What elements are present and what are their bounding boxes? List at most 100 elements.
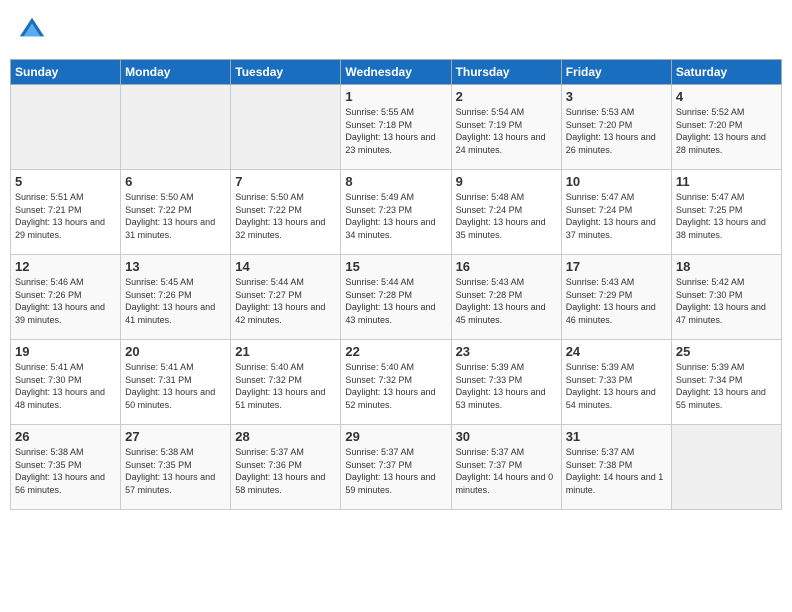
calendar-cell: 25 Sunrise: 5:39 AM Sunset: 7:34 PM Dayli… bbox=[671, 340, 781, 425]
day-info: Sunrise: 5:41 AM Sunset: 7:30 PM Dayligh… bbox=[15, 361, 116, 411]
day-info: Sunrise: 5:39 AM Sunset: 7:34 PM Dayligh… bbox=[676, 361, 777, 411]
day-info: Sunrise: 5:55 AM Sunset: 7:18 PM Dayligh… bbox=[345, 106, 446, 156]
calendar-week-5: 26 Sunrise: 5:38 AM Sunset: 7:35 PM Dayli… bbox=[11, 425, 782, 510]
weekday-header-thursday: Thursday bbox=[451, 60, 561, 85]
calendar-cell: 18 Sunrise: 5:42 AM Sunset: 7:30 PM Dayli… bbox=[671, 255, 781, 340]
calendar-week-3: 12Sunrise: 5:46 AM Sunset: 7:26 PM Dayli… bbox=[11, 255, 782, 340]
day-number: 10 bbox=[566, 174, 667, 189]
calendar-cell: 29Sunrise: 5:37 AM Sunset: 7:37 PM Dayli… bbox=[341, 425, 451, 510]
day-info: Sunrise: 5:41 AM Sunset: 7:31 PM Dayligh… bbox=[125, 361, 226, 411]
weekday-header-sunday: Sunday bbox=[11, 60, 121, 85]
day-info: Sunrise: 5:51 AM Sunset: 7:21 PM Dayligh… bbox=[15, 191, 116, 241]
calendar-cell: 5 Sunrise: 5:51 AM Sunset: 7:21 PM Daylig… bbox=[11, 170, 121, 255]
calendar-cell: 14 Sunrise: 5:44 AM Sunset: 7:27 PM Dayli… bbox=[231, 255, 341, 340]
day-info: Sunrise: 5:38 AM Sunset: 7:35 PM Dayligh… bbox=[125, 446, 226, 496]
day-number: 17 bbox=[566, 259, 667, 274]
day-info: Sunrise: 5:49 AM Sunset: 7:23 PM Dayligh… bbox=[345, 191, 446, 241]
weekday-header-saturday: Saturday bbox=[671, 60, 781, 85]
calendar-cell: 22 Sunrise: 5:40 AM Sunset: 7:32 PM Dayli… bbox=[341, 340, 451, 425]
calendar-cell: 17 Sunrise: 5:43 AM Sunset: 7:29 PM Dayli… bbox=[561, 255, 671, 340]
calendar-cell: 15Sunrise: 5:44 AM Sunset: 7:28 PM Dayli… bbox=[341, 255, 451, 340]
day-info: Sunrise: 5:45 AM Sunset: 7:26 PM Dayligh… bbox=[125, 276, 226, 326]
day-info: Sunrise: 5:37 AM Sunset: 7:38 PM Dayligh… bbox=[566, 446, 667, 496]
calendar-cell: 2 Sunrise: 5:54 AM Sunset: 7:19 PM Daylig… bbox=[451, 85, 561, 170]
day-info: Sunrise: 5:37 AM Sunset: 7:37 PM Dayligh… bbox=[456, 446, 557, 496]
day-number: 22 bbox=[345, 344, 446, 359]
day-number: 19 bbox=[15, 344, 116, 359]
weekday-header-friday: Friday bbox=[561, 60, 671, 85]
day-info: Sunrise: 5:43 AM Sunset: 7:28 PM Dayligh… bbox=[456, 276, 557, 326]
calendar-cell: 11 Sunrise: 5:47 AM Sunset: 7:25 PM Dayli… bbox=[671, 170, 781, 255]
calendar-cell: 30 Sunrise: 5:37 AM Sunset: 7:37 PM Dayli… bbox=[451, 425, 561, 510]
calendar-cell: 12Sunrise: 5:46 AM Sunset: 7:26 PM Dayli… bbox=[11, 255, 121, 340]
weekday-header-monday: Monday bbox=[121, 60, 231, 85]
day-number: 14 bbox=[235, 259, 336, 274]
calendar-cell: 26 Sunrise: 5:38 AM Sunset: 7:35 PM Dayli… bbox=[11, 425, 121, 510]
day-info: Sunrise: 5:52 AM Sunset: 7:20 PM Dayligh… bbox=[676, 106, 777, 156]
calendar-cell: 23 Sunrise: 5:39 AM Sunset: 7:33 PM Dayli… bbox=[451, 340, 561, 425]
day-number: 12 bbox=[15, 259, 116, 274]
day-info: Sunrise: 5:44 AM Sunset: 7:27 PM Dayligh… bbox=[235, 276, 336, 326]
day-number: 27 bbox=[125, 429, 226, 444]
day-number: 5 bbox=[15, 174, 116, 189]
calendar-cell: 21Sunrise: 5:40 AM Sunset: 7:32 PM Dayli… bbox=[231, 340, 341, 425]
day-number: 2 bbox=[456, 89, 557, 104]
day-number: 25 bbox=[676, 344, 777, 359]
day-info: Sunrise: 5:38 AM Sunset: 7:35 PM Dayligh… bbox=[15, 446, 116, 496]
weekday-header-wednesday: Wednesday bbox=[341, 60, 451, 85]
calendar-cell: 6 Sunrise: 5:50 AM Sunset: 7:22 PM Daylig… bbox=[121, 170, 231, 255]
calendar-cell: 8Sunrise: 5:49 AM Sunset: 7:23 PM Daylig… bbox=[341, 170, 451, 255]
day-info: Sunrise: 5:39 AM Sunset: 7:33 PM Dayligh… bbox=[456, 361, 557, 411]
weekday-header-row: SundayMondayTuesdayWednesdayThursdayFrid… bbox=[11, 60, 782, 85]
calendar-cell: 1 Sunrise: 5:55 AM Sunset: 7:18 PM Daylig… bbox=[341, 85, 451, 170]
day-number: 3 bbox=[566, 89, 667, 104]
calendar-week-1: 1 Sunrise: 5:55 AM Sunset: 7:18 PM Daylig… bbox=[11, 85, 782, 170]
day-info: Sunrise: 5:47 AM Sunset: 7:25 PM Dayligh… bbox=[676, 191, 777, 241]
day-info: Sunrise: 5:42 AM Sunset: 7:30 PM Dayligh… bbox=[676, 276, 777, 326]
day-number: 7 bbox=[235, 174, 336, 189]
calendar-cell: 16 Sunrise: 5:43 AM Sunset: 7:28 PM Dayli… bbox=[451, 255, 561, 340]
day-number: 23 bbox=[456, 344, 557, 359]
day-info: Sunrise: 5:47 AM Sunset: 7:24 PM Dayligh… bbox=[566, 191, 667, 241]
day-info: Sunrise: 5:50 AM Sunset: 7:22 PM Dayligh… bbox=[235, 191, 336, 241]
day-number: 15 bbox=[345, 259, 446, 274]
day-info: Sunrise: 5:43 AM Sunset: 7:29 PM Dayligh… bbox=[566, 276, 667, 326]
calendar-cell: 24 Sunrise: 5:39 AM Sunset: 7:33 PM Dayli… bbox=[561, 340, 671, 425]
calendar-cell: 13Sunrise: 5:45 AM Sunset: 7:26 PM Dayli… bbox=[121, 255, 231, 340]
calendar-cell: 31 Sunrise: 5:37 AM Sunset: 7:38 PM Dayli… bbox=[561, 425, 671, 510]
day-number: 9 bbox=[456, 174, 557, 189]
day-number: 20 bbox=[125, 344, 226, 359]
calendar-week-4: 19 Sunrise: 5:41 AM Sunset: 7:30 PM Dayli… bbox=[11, 340, 782, 425]
calendar-week-2: 5 Sunrise: 5:51 AM Sunset: 7:21 PM Daylig… bbox=[11, 170, 782, 255]
day-number: 16 bbox=[456, 259, 557, 274]
page-header bbox=[10, 10, 782, 51]
logo bbox=[16, 14, 48, 47]
calendar-cell: 4Sunrise: 5:52 AM Sunset: 7:20 PM Daylig… bbox=[671, 85, 781, 170]
day-number: 31 bbox=[566, 429, 667, 444]
day-number: 18 bbox=[676, 259, 777, 274]
day-number: 6 bbox=[125, 174, 226, 189]
logo-icon bbox=[18, 14, 46, 42]
day-number: 28 bbox=[235, 429, 336, 444]
day-number: 26 bbox=[15, 429, 116, 444]
day-info: Sunrise: 5:50 AM Sunset: 7:22 PM Dayligh… bbox=[125, 191, 226, 241]
calendar-cell: 27 Sunrise: 5:38 AM Sunset: 7:35 PM Dayli… bbox=[121, 425, 231, 510]
day-number: 1 bbox=[345, 89, 446, 104]
calendar-cell bbox=[231, 85, 341, 170]
day-info: Sunrise: 5:54 AM Sunset: 7:19 PM Dayligh… bbox=[456, 106, 557, 156]
calendar-cell: 20 Sunrise: 5:41 AM Sunset: 7:31 PM Dayli… bbox=[121, 340, 231, 425]
calendar-cell: 3Sunrise: 5:53 AM Sunset: 7:20 PM Daylig… bbox=[561, 85, 671, 170]
day-number: 24 bbox=[566, 344, 667, 359]
day-info: Sunrise: 5:48 AM Sunset: 7:24 PM Dayligh… bbox=[456, 191, 557, 241]
weekday-header-tuesday: Tuesday bbox=[231, 60, 341, 85]
day-number: 11 bbox=[676, 174, 777, 189]
day-info: Sunrise: 5:39 AM Sunset: 7:33 PM Dayligh… bbox=[566, 361, 667, 411]
day-number: 30 bbox=[456, 429, 557, 444]
day-info: Sunrise: 5:40 AM Sunset: 7:32 PM Dayligh… bbox=[345, 361, 446, 411]
calendar-cell: 19 Sunrise: 5:41 AM Sunset: 7:30 PM Dayli… bbox=[11, 340, 121, 425]
day-number: 21 bbox=[235, 344, 336, 359]
day-number: 29 bbox=[345, 429, 446, 444]
calendar-cell bbox=[671, 425, 781, 510]
calendar-cell: 28Sunrise: 5:37 AM Sunset: 7:36 PM Dayli… bbox=[231, 425, 341, 510]
calendar-cell bbox=[11, 85, 121, 170]
